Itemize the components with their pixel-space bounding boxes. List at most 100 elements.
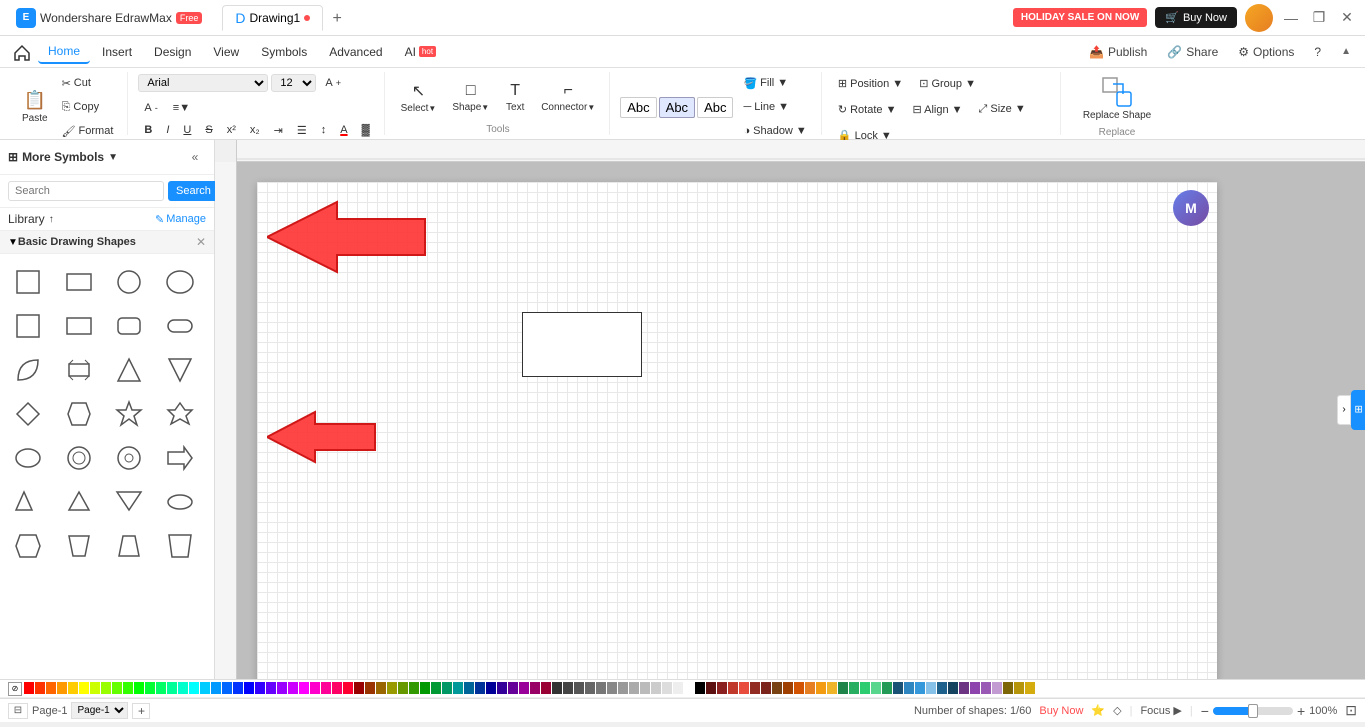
shape-item[interactable] <box>109 438 149 478</box>
manage-button[interactable]: ✎ Manage <box>155 213 206 226</box>
decrease-font-button[interactable]: A- <box>138 97 163 119</box>
underline-button[interactable]: U <box>177 119 197 141</box>
color-swatch[interactable] <box>1025 682 1035 694</box>
color-swatch[interactable] <box>585 682 595 694</box>
color-swatch[interactable] <box>101 682 111 694</box>
shape-item[interactable] <box>109 526 149 566</box>
color-swatch[interactable] <box>387 682 397 694</box>
align-arrange-button[interactable]: ⊟ Align ▼ <box>906 98 968 120</box>
shape-item[interactable] <box>59 262 99 302</box>
shape-item[interactable] <box>8 526 48 566</box>
subscript-button[interactable]: x₂ <box>244 119 266 141</box>
add-tab-button[interactable]: + <box>325 7 349 31</box>
menu-ai[interactable]: AI hot <box>395 41 446 63</box>
share-button[interactable]: 🔗 Share <box>1161 43 1224 61</box>
color-swatch[interactable] <box>376 682 386 694</box>
shape-item[interactable] <box>8 262 48 302</box>
shape-item[interactable] <box>109 394 149 434</box>
shape-item[interactable] <box>160 262 200 302</box>
connector-tool-button[interactable]: ⌐ Connector ▼ <box>535 75 601 119</box>
shape-item[interactable] <box>59 482 99 522</box>
shadow-button[interactable]: ◑ Shadow ▼ <box>737 120 812 142</box>
line-style-button[interactable]: ─ Line ▼ <box>737 96 812 118</box>
color-swatch[interactable] <box>761 682 771 694</box>
color-swatch[interactable] <box>178 682 188 694</box>
close-button[interactable]: ✕ <box>1337 8 1357 28</box>
canvas-scroll[interactable]: M <box>237 162 1365 679</box>
group-button[interactable]: ⊡ Group ▼ <box>913 72 982 94</box>
color-swatch[interactable] <box>497 682 507 694</box>
menu-home[interactable]: Home <box>38 40 90 64</box>
color-swatch[interactable] <box>475 682 485 694</box>
color-swatch[interactable] <box>739 682 749 694</box>
color-swatch[interactable] <box>728 682 738 694</box>
shape-item[interactable] <box>160 482 200 522</box>
color-swatch[interactable] <box>464 682 474 694</box>
color-swatch[interactable] <box>189 682 199 694</box>
font-color-button[interactable]: A <box>334 119 353 141</box>
right-panel-tab[interactable]: ⊞ <box>1351 390 1365 430</box>
color-swatch[interactable] <box>288 682 298 694</box>
menu-design[interactable]: Design <box>144 41 201 63</box>
fit-page-button[interactable]: ⊡ <box>1345 702 1357 719</box>
color-swatch[interactable] <box>79 682 89 694</box>
color-swatch[interactable] <box>200 682 210 694</box>
increase-font-button[interactable]: A+ <box>319 72 347 94</box>
zoom-out-button[interactable]: − <box>1201 703 1209 719</box>
color-swatch[interactable] <box>332 682 342 694</box>
color-swatch[interactable] <box>563 682 573 694</box>
color-swatch[interactable] <box>992 682 1002 694</box>
color-swatch[interactable] <box>486 682 496 694</box>
fill-button[interactable]: 🪣 Fill ▼ <box>737 72 812 94</box>
color-swatch[interactable] <box>354 682 364 694</box>
color-swatch[interactable] <box>981 682 991 694</box>
no-fill-swatch[interactable]: ⊘ <box>8 682 22 696</box>
color-swatch[interactable] <box>299 682 309 694</box>
minimize-button[interactable]: — <box>1281 8 1301 28</box>
color-swatch[interactable] <box>893 682 903 694</box>
shape-item[interactable] <box>8 350 48 390</box>
copy-button[interactable]: ⎘ Copy <box>56 96 120 118</box>
color-swatch[interactable] <box>937 682 947 694</box>
color-swatch[interactable] <box>552 682 562 694</box>
color-swatch[interactable] <box>838 682 848 694</box>
color-swatch[interactable] <box>277 682 287 694</box>
color-swatch[interactable] <box>112 682 122 694</box>
shape-item[interactable] <box>160 350 200 390</box>
color-swatch[interactable] <box>629 682 639 694</box>
color-swatch[interactable] <box>794 682 804 694</box>
shape-item[interactable] <box>59 306 99 346</box>
superscript-button[interactable]: x² <box>221 119 242 141</box>
color-swatch[interactable] <box>420 682 430 694</box>
color-swatch[interactable] <box>915 682 925 694</box>
color-swatch[interactable] <box>343 682 353 694</box>
color-swatch[interactable] <box>618 682 628 694</box>
color-swatch[interactable] <box>827 682 837 694</box>
shape-item[interactable] <box>160 306 200 346</box>
home-button[interactable] <box>8 38 36 66</box>
paste-button[interactable]: 📋 Paste <box>16 85 54 129</box>
right-collapse-button[interactable]: › <box>1337 395 1351 425</box>
color-swatch[interactable] <box>673 682 683 694</box>
color-swatch[interactable] <box>640 682 650 694</box>
color-swatch[interactable] <box>530 682 540 694</box>
color-swatch[interactable] <box>849 682 859 694</box>
shape-item[interactable] <box>160 394 200 434</box>
color-swatch[interactable] <box>959 682 969 694</box>
options-button[interactable]: ⚙ Options <box>1232 43 1300 61</box>
size-button[interactable]: ⤢ Size ▼ <box>973 98 1032 120</box>
color-swatch[interactable] <box>805 682 815 694</box>
color-swatch[interactable] <box>35 682 45 694</box>
shapes-section-close[interactable]: ✕ <box>196 235 206 249</box>
color-swatch[interactable] <box>167 682 177 694</box>
color-swatch[interactable] <box>684 682 694 694</box>
help-button[interactable]: ? <box>1308 43 1327 61</box>
position-button[interactable]: ⊞ Position ▼ <box>832 72 909 94</box>
color-swatch[interactable] <box>46 682 56 694</box>
search-button[interactable]: Search <box>168 181 219 201</box>
menu-symbols[interactable]: Symbols <box>251 41 317 63</box>
color-swatch[interactable] <box>508 682 518 694</box>
shape-item[interactable] <box>109 306 149 346</box>
color-swatch[interactable] <box>409 682 419 694</box>
style-alt1-button[interactable]: Abc <box>659 97 695 118</box>
